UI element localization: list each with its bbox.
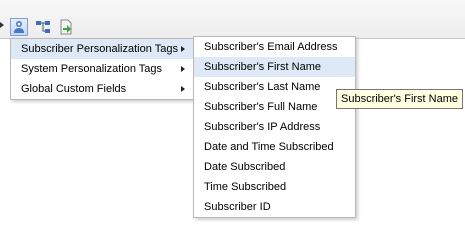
menu-item-system-personalization-tags[interactable]: System Personalization Tags	[11, 59, 193, 79]
submenu-item-time-subscribed[interactable]: Time Subscribed	[194, 177, 355, 197]
submenu-item-date-subscribed[interactable]: Date Subscribed	[194, 157, 355, 177]
submenu-arrow-icon	[181, 66, 185, 72]
insert-button[interactable]	[57, 18, 75, 36]
menu-item-label: Global Custom Fields	[21, 83, 127, 95]
submenu-item-ip-address[interactable]: Subscriber's IP Address	[194, 117, 355, 137]
tooltip: Subscriber's First Name	[336, 89, 464, 109]
submenu-item-date-time-subscribed[interactable]: Date and Time Subscribed	[194, 137, 355, 157]
subscriber-tags-submenu: Subscriber's Email Address Subscriber's …	[193, 36, 356, 218]
sitemap-icon	[36, 21, 50, 33]
submenu-item-email-address[interactable]: Subscriber's Email Address	[194, 37, 355, 57]
submenu-item-last-name[interactable]: Subscriber's Last Name	[194, 77, 355, 97]
submenu-arrow-icon	[181, 86, 185, 92]
submenu-item-first-name[interactable]: Subscriber's First Name	[194, 57, 355, 77]
editor-toolbar	[0, 0, 465, 39]
submenu-arrow-icon	[181, 46, 185, 52]
menu-item-label: System Personalization Tags	[21, 63, 163, 75]
users-personalize-icon	[14, 21, 24, 33]
submenu-item-full-name[interactable]: Subscriber's Full Name	[194, 97, 355, 117]
menu-item-global-custom-fields[interactable]: Global Custom Fields	[11, 79, 193, 99]
menu-item-label: Subscriber Personalization Tags	[21, 43, 178, 55]
menu-item-subscriber-personalization-tags[interactable]: Subscriber Personalization Tags	[11, 39, 193, 59]
personalization-tags-button[interactable]	[10, 18, 28, 36]
sitemap-button[interactable]	[34, 18, 52, 36]
personalization-menu: Subscriber Personalization Tags System P…	[10, 38, 194, 100]
submenu-item-subscriber-id[interactable]: Subscriber ID	[194, 197, 355, 217]
toolbar-expand-arrow-icon[interactable]	[0, 22, 4, 28]
insert-arrow-icon	[60, 19, 72, 35]
